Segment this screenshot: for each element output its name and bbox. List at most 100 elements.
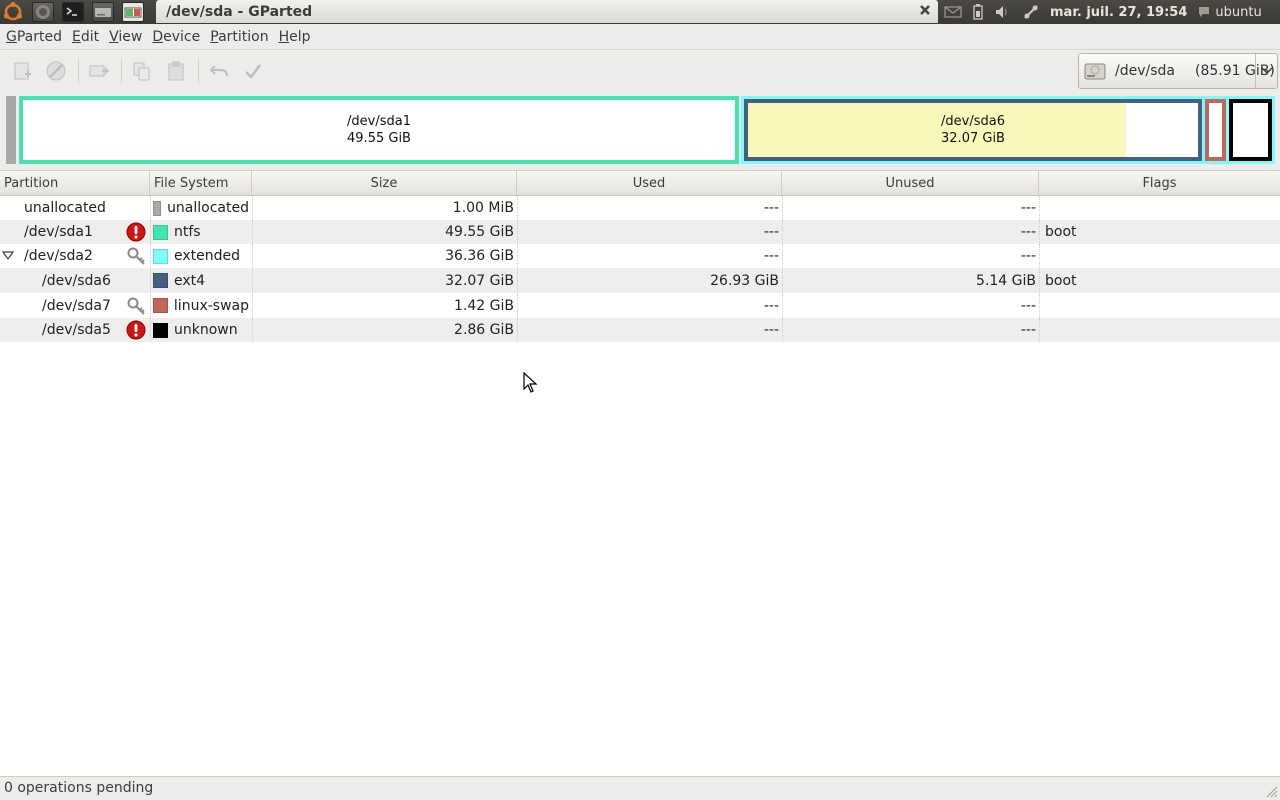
size-value: 49.55 GiB: [252, 220, 517, 244]
size-value: 2.86 GiB: [252, 318, 517, 342]
column-header-used[interactable]: Used: [517, 171, 782, 196]
error-icon: [126, 222, 146, 242]
paste-icon: [168, 61, 184, 81]
partition-block-size: 49.55 GiB: [347, 131, 411, 146]
toolbar-separator: [198, 59, 199, 83]
key-icon: [127, 297, 145, 315]
system-tray: mar. juil. 27, 19:54 ubuntu: [944, 0, 1262, 24]
flags-value: [1039, 318, 1280, 342]
launcher-terminal[interactable]: [60, 0, 86, 24]
window-title-bar[interactable]: /dev/sda - GParted: [156, 0, 938, 23]
column-header-partition[interactable]: Partition: [0, 171, 150, 196]
device-name: /dev/sda: [1115, 63, 1175, 79]
flags-value: [1039, 196, 1280, 220]
partition-block-sda5[interactable]: [1229, 99, 1272, 161]
column-header-unused[interactable]: Unused: [782, 171, 1039, 196]
unused-value: ---: [782, 244, 1039, 268]
table-header: Partition File System Size Used Unused F…: [0, 171, 1280, 196]
menu-gparted[interactable]: GParted: [2, 29, 66, 45]
table-row[interactable]: /dev/sda2 extended 36.36 GiB --- ---: [0, 244, 1280, 268]
filesystem-color-swatch: [153, 298, 168, 313]
menu-view[interactable]: View: [105, 29, 146, 45]
undo-icon: [209, 65, 228, 77]
launcher-gparted[interactable]: [120, 0, 146, 24]
chevron-down-icon: [1260, 67, 1273, 75]
flags-value: [1039, 244, 1280, 268]
filesystem-color-swatch: [153, 224, 168, 240]
clock[interactable]: mar. juil. 27, 19:54: [1050, 5, 1187, 20]
new-partition-icon: [14, 62, 31, 80]
filesystem-name: linux-swap: [173, 297, 249, 314]
unused-value: ---: [782, 220, 1039, 244]
unused-value: ---: [782, 293, 1039, 318]
terminal-icon: [66, 7, 77, 16]
unused-value: ---: [782, 196, 1039, 220]
partition-table: Partition File System Size Used Unused F…: [0, 170, 1280, 776]
column-header-filesystem[interactable]: File System: [150, 171, 252, 196]
partition-block-sda7[interactable]: [1205, 99, 1226, 161]
menu-edit[interactable]: Edit: [68, 29, 103, 45]
new-partition-button[interactable]: [8, 57, 36, 85]
partition-name: /dev/sda2: [24, 248, 93, 264]
battery-icon[interactable]: [972, 3, 984, 21]
disk-graphic: /dev/sda1 49.55 GiB /dev/sda6 32.07 GiB: [0, 92, 1280, 170]
device-selector[interactable]: /dev/sda (85.91 GiB): [1078, 53, 1278, 89]
table-row[interactable]: /dev/sda6 ext4 32.07 GiB 26.93 GiB 5.14 …: [0, 268, 1280, 293]
resize-grip-icon[interactable]: [1264, 784, 1278, 798]
user-name: ubuntu: [1215, 4, 1262, 20]
user-menu[interactable]: ubuntu: [1197, 4, 1262, 20]
ubuntu-menu-button[interactable]: [0, 0, 26, 24]
column-header-flags[interactable]: Flags: [1039, 171, 1280, 196]
delete-partition-button[interactable]: [42, 57, 70, 85]
size-value: 1.00 MiB: [252, 196, 517, 220]
used-value: ---: [517, 220, 782, 244]
volume-icon[interactable]: [994, 4, 1012, 20]
chat-icon: [1199, 7, 1210, 17]
mouse-pointer-icon: [523, 372, 538, 393]
filesystem-name: unallocated: [167, 200, 249, 216]
status-text: 0 operations pending: [4, 780, 154, 796]
toolbar-separator: [78, 59, 79, 83]
mail-icon[interactable]: [944, 5, 962, 19]
gparted-icon: [124, 7, 142, 18]
used-value: 26.93 GiB: [517, 268, 782, 293]
copy-button[interactable]: [128, 57, 156, 85]
key-icon: [127, 247, 145, 265]
column-header-size[interactable]: Size: [252, 171, 517, 196]
partition-name: unallocated: [24, 200, 106, 216]
menu-help[interactable]: Help: [275, 29, 315, 45]
table-row[interactable]: /dev/sda1 ntfs 49.55 GiB --- --- boot: [0, 220, 1280, 244]
partition-name: /dev/sda1: [24, 224, 93, 240]
unallocated-block[interactable]: [6, 96, 16, 164]
menu-partition[interactable]: Partition: [206, 29, 272, 45]
dropdown-arrow[interactable]: [1255, 54, 1277, 88]
filesystem-color-swatch: [153, 200, 162, 216]
toolbar: /dev/sda (85.91 GiB): [0, 50, 1280, 92]
menubar: GParted Edit View Device Partition Help: [0, 24, 1280, 50]
menu-device[interactable]: Device: [148, 29, 204, 45]
used-value: ---: [517, 196, 782, 220]
window-title: /dev/sda - GParted: [166, 3, 313, 20]
paste-button[interactable]: [162, 57, 190, 85]
undo-button[interactable]: [205, 57, 233, 85]
partition-block-sda6[interactable]: /dev/sda6 32.07 GiB: [744, 99, 1202, 161]
used-value: ---: [517, 318, 782, 342]
launcher-firefox[interactable]: [30, 0, 56, 24]
delete-icon: [46, 61, 66, 81]
partition-name: /dev/sda5: [42, 322, 111, 338]
filesystem-color-swatch: [153, 322, 168, 338]
network-icon[interactable]: [1022, 3, 1040, 21]
table-row[interactable]: /dev/sda7 linux-swap 1.42 GiB --- ---: [0, 293, 1280, 318]
apply-button[interactable]: [239, 57, 267, 85]
launcher-drive[interactable]: [90, 0, 116, 24]
partition-block-sda1[interactable]: /dev/sda1 49.55 GiB: [19, 96, 739, 164]
expander-triangle-icon[interactable]: [2, 251, 14, 261]
filesystem-color-swatch: [153, 273, 168, 288]
table-row[interactable]: unallocated unallocated 1.00 MiB --- ---: [0, 196, 1280, 220]
status-bar: 0 operations pending: [0, 776, 1280, 800]
table-row[interactable]: /dev/sda5 unknown 2.86 GiB --- ---: [0, 318, 1280, 342]
error-icon: [126, 320, 146, 340]
partition-name: /dev/sda6: [42, 272, 111, 289]
close-window-button[interactable]: [918, 4, 932, 18]
resize-move-button[interactable]: [85, 57, 113, 85]
